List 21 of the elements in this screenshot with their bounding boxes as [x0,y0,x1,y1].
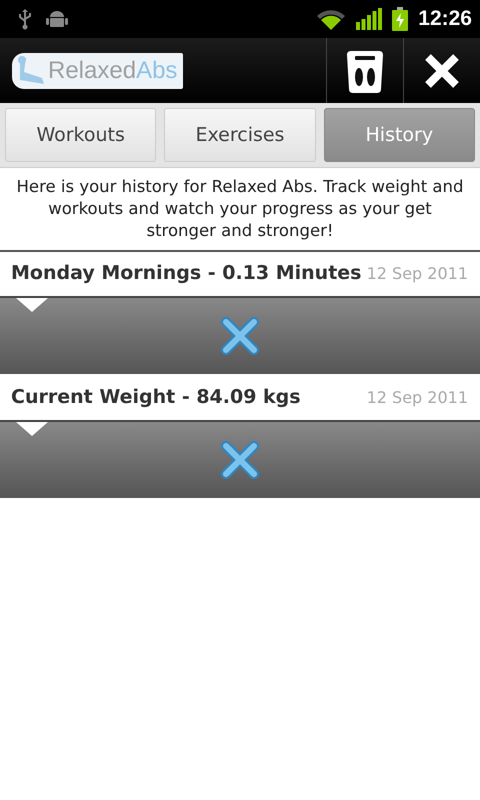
notch-icon [16,298,48,312]
clock-time: 12:26 [418,7,472,31]
bathroom-scale-icon [345,48,385,92]
delete-button[interactable] [220,316,260,356]
logo-text: RelaxedAbs [48,56,178,84]
delete-icon [220,316,260,356]
entry-date: 12 Sep 2011 [366,387,468,407]
tab[interactable]: Workouts [5,108,156,162]
entry-title: Monday Mornings - 0.13 Minutes [11,262,362,284]
battery-icon [392,7,408,31]
delete-icon [220,440,260,480]
tab[interactable]: Exercises [164,108,316,162]
usb-icon [18,8,32,30]
notch-icon [16,422,48,436]
entry-title: Current Weight - 84.09 kgs [11,386,301,408]
delete-button[interactable] [220,440,260,480]
close-icon [424,52,460,88]
wifi-icon [316,8,346,30]
entry-date: 12 Sep 2011 [366,263,468,283]
android-icon [46,9,68,29]
signal-icon [356,8,382,30]
